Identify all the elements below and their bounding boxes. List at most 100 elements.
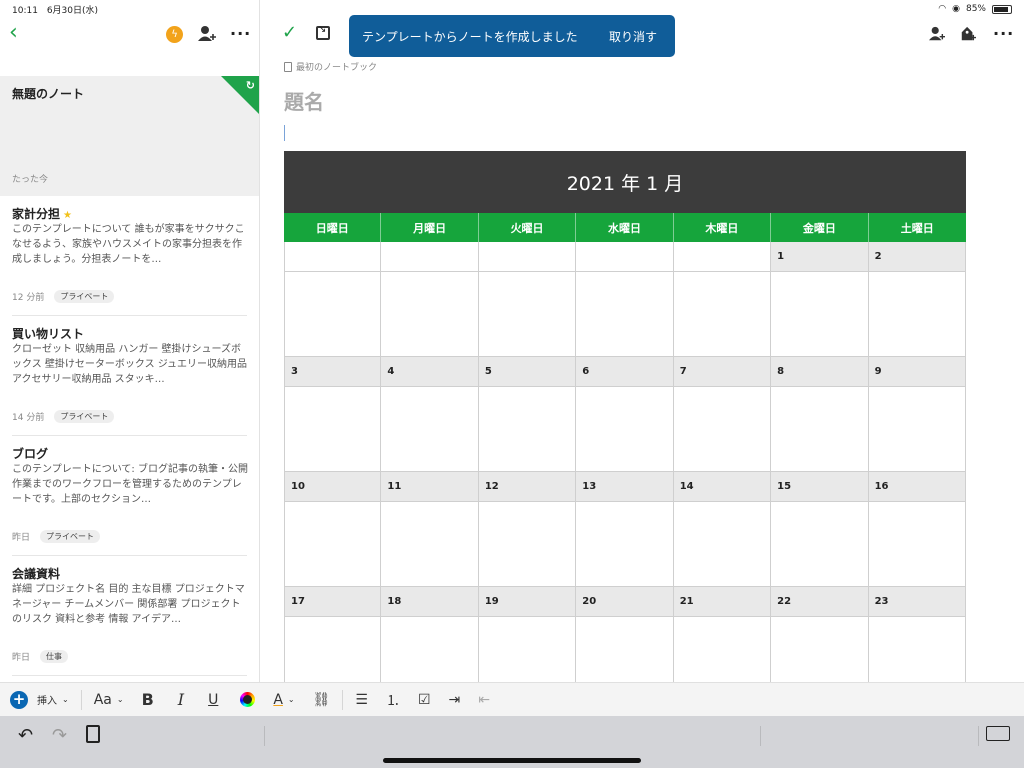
calendar-date-cell[interactable]: 22 xyxy=(771,587,869,617)
calendar-day-body-cell[interactable] xyxy=(478,387,577,472)
calendar-date-cell[interactable]: 2 xyxy=(868,242,966,272)
tag-badge[interactable]: プライベート xyxy=(54,290,115,303)
done-check-icon[interactable]: ✓ xyxy=(282,22,297,43)
calendar-day-body-cell[interactable] xyxy=(771,272,869,357)
calendar-day-body-cell[interactable] xyxy=(284,387,382,472)
calendar-day-body-cell[interactable] xyxy=(771,502,869,587)
calendar-date-cell[interactable]: 17 xyxy=(284,587,382,617)
list-item-selected[interactable]: 無題のノート ↻ たった今 xyxy=(0,76,259,196)
text-color-button[interactable] xyxy=(240,683,256,717)
calendar-day-body-cell[interactable] xyxy=(673,502,772,587)
calendar-date-cell[interactable]: 4 xyxy=(381,357,479,387)
tag-badge[interactable]: プライベート xyxy=(40,530,101,543)
calendar-day-body-cell[interactable] xyxy=(673,617,772,682)
calendar-day-body-cell[interactable] xyxy=(771,387,869,472)
notebook-selector[interactable]: 最初のノートブック xyxy=(284,60,377,73)
note-meta: 12 分前 プライベート xyxy=(12,290,115,303)
calendar-day-body-cell[interactable] xyxy=(868,272,966,357)
calendar-day-body-cell[interactable] xyxy=(381,502,479,587)
bold-button[interactable]: B xyxy=(142,683,154,717)
lightning-icon[interactable]: ϟ xyxy=(166,26,183,43)
calendar-date-cell[interactable] xyxy=(381,242,479,272)
bullet-list-icon[interactable]: ☰ xyxy=(355,683,368,717)
calendar-date-cell[interactable]: 8 xyxy=(771,357,869,387)
calendar-day-body-cell[interactable] xyxy=(284,617,382,682)
calendar-day-body-cell[interactable] xyxy=(576,272,674,357)
calendar-day-body-cell[interactable] xyxy=(381,387,479,472)
calendar-day-body-cell[interactable] xyxy=(478,272,577,357)
plus-icon: + xyxy=(10,690,28,709)
calendar-date-cell[interactable]: 3 xyxy=(284,357,382,387)
calendar-day-body-cell[interactable] xyxy=(868,387,966,472)
highlight-button[interactable]: A ⌄ xyxy=(273,683,294,717)
calendar-date-cell[interactable]: 14 xyxy=(673,472,772,502)
calendar-date-cell[interactable]: 19 xyxy=(478,587,577,617)
indent-icon[interactable]: ⇥ xyxy=(449,683,461,717)
calendar-date-cell[interactable]: 5 xyxy=(478,357,577,387)
insert-button[interactable]: + 挿入 ⌄ xyxy=(10,683,69,717)
note-more-icon[interactable]: ··· xyxy=(993,24,1014,44)
note-title-input[interactable]: 題名 xyxy=(284,86,324,115)
calendar-day-body-cell[interactable] xyxy=(673,387,772,472)
calendar-date-cell[interactable]: 18 xyxy=(381,587,479,617)
calendar-day-body-cell[interactable] xyxy=(381,272,479,357)
calendar-date-cell[interactable]: 13 xyxy=(576,472,674,502)
calendar-day-body-cell[interactable] xyxy=(771,617,869,682)
calendar-date-cell[interactable]: 6 xyxy=(576,357,674,387)
calendar-day-body-cell[interactable] xyxy=(478,502,577,587)
underline-button[interactable]: U xyxy=(208,683,218,717)
calendar-date-cell[interactable]: 21 xyxy=(673,587,772,617)
calendar-date-cell[interactable] xyxy=(284,242,382,272)
calendar-week-numbers: 3456789 xyxy=(284,357,966,387)
font-style-button[interactable]: Aa ⌄ xyxy=(94,683,124,717)
share-note-icon[interactable] xyxy=(929,24,945,44)
tag-badge[interactable]: プライベート xyxy=(54,410,115,423)
calendar-day-body-cell[interactable] xyxy=(284,502,382,587)
note-time: 昨日 xyxy=(12,533,31,543)
italic-button[interactable]: I xyxy=(178,683,184,717)
calendar-date-cell[interactable]: 11 xyxy=(381,472,479,502)
calendar-day-body-cell[interactable] xyxy=(576,502,674,587)
calendar-date-cell[interactable]: 7 xyxy=(673,357,772,387)
tag-badge[interactable]: 仕事 xyxy=(40,650,69,663)
calendar-day-body-cell[interactable] xyxy=(478,617,577,682)
note-list-sidebar: ‹ ϟ ··· 無題のノート ↻ たった今 家計分担 ★ このテンプレートについて … xyxy=(0,0,260,682)
calendar-date-cell[interactable]: 16 xyxy=(868,472,966,502)
more-icon[interactable]: ··· xyxy=(230,24,251,44)
calendar-day-body-cell[interactable] xyxy=(284,272,382,357)
undo-icon[interactable]: ↶ xyxy=(18,725,33,746)
paste-icon[interactable] xyxy=(86,725,100,743)
link-icon[interactable]: ⛓ xyxy=(313,683,331,717)
calendar-date-cell[interactable]: 9 xyxy=(868,357,966,387)
calendar-date-cell[interactable] xyxy=(576,242,674,272)
list-item[interactable]: 買い物リスト クローゼット 収納用品 ハンガー 壁掛けシューズボックス 壁掛けセー… xyxy=(0,316,259,436)
expand-icon[interactable] xyxy=(316,24,330,40)
outdent-icon[interactable]: ⇤ xyxy=(478,683,490,717)
numbered-list-icon[interactable]: ⒈ xyxy=(386,683,400,717)
keyboard-dismiss-icon[interactable] xyxy=(986,726,1010,741)
calendar-day-body-cell[interactable] xyxy=(868,502,966,587)
calendar-day-body-cell[interactable] xyxy=(868,617,966,682)
calendar-date-cell[interactable]: 1 xyxy=(771,242,869,272)
add-tag-icon[interactable] xyxy=(960,24,976,44)
share-user-icon[interactable] xyxy=(198,24,216,44)
list-item[interactable]: ブログ このテンプレートについて: ブログ記事の執筆・公開作業までのワークフローを… xyxy=(0,436,259,556)
calendar-day-body-cell[interactable] xyxy=(576,387,674,472)
list-item[interactable]: 家計分担 ★ このテンプレートについて 誰もが家事をサクサクこなせるよう、家族やハウ… xyxy=(0,196,259,316)
calendar-day-body-cell[interactable] xyxy=(673,272,772,357)
calendar-day-body-cell[interactable] xyxy=(381,617,479,682)
checklist-icon[interactable]: ☑ xyxy=(418,683,431,717)
redo-icon[interactable]: ↷ xyxy=(52,725,67,746)
undo-button[interactable]: 取り消す xyxy=(609,28,657,45)
calendar-date-cell[interactable]: 15 xyxy=(771,472,869,502)
calendar-date-cell[interactable] xyxy=(673,242,772,272)
back-icon[interactable]: ‹ xyxy=(9,22,25,44)
calendar-day-body-cell[interactable] xyxy=(576,617,674,682)
calendar-date-cell[interactable]: 12 xyxy=(478,472,577,502)
calendar-date-cell[interactable] xyxy=(478,242,577,272)
calendar-date-cell[interactable]: 23 xyxy=(868,587,966,617)
calendar-date-cell[interactable]: 10 xyxy=(284,472,382,502)
list-item[interactable]: 会議資料 詳細 プロジェクト名 目的 主な目標 プロジェクトマネージャー チームメ… xyxy=(0,556,259,676)
weekday-label: 月曜日 xyxy=(381,213,479,242)
calendar-date-cell[interactable]: 20 xyxy=(576,587,674,617)
